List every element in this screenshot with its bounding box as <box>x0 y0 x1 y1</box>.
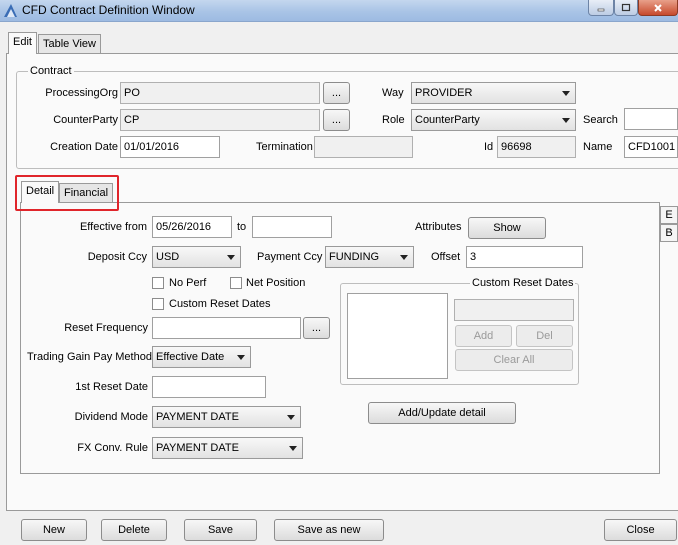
dividend-mode-dropdown[interactable]: PAYMENT DATE <box>152 406 301 428</box>
processing-org-picker-button[interactable]: ... <box>323 82 350 104</box>
dividend-mode-label: Dividend Mode <box>74 411 148 423</box>
processing-org-field[interactable]: PO <box>120 82 320 104</box>
termination-field[interactable] <box>314 136 413 158</box>
reset-frequency-picker-button[interactable]: ... <box>303 317 330 339</box>
way-dropdown-value: PROVIDER <box>415 87 473 99</box>
way-dropdown[interactable]: PROVIDER <box>411 82 576 104</box>
chevron-down-icon <box>237 355 245 360</box>
effective-from-label: Effective from <box>79 221 147 233</box>
dividend-mode-value: PAYMENT DATE <box>156 411 239 423</box>
fx-conv-rule-label: FX Conv. Rule <box>77 442 148 454</box>
trading-gain-label: Trading Gain Pay Method <box>27 351 152 363</box>
counterparty-picker-button[interactable]: ... <box>323 109 350 131</box>
window-title: CFD Contract Definition Window <box>22 3 195 17</box>
way-label: Way <box>382 87 404 99</box>
new-button[interactable]: New <box>21 519 87 541</box>
role-dropdown[interactable]: CounterParty <box>411 109 576 131</box>
attributes-label: Attributes <box>415 221 462 233</box>
chevron-down-icon <box>562 118 570 123</box>
search-input[interactable] <box>624 108 678 130</box>
search-label: Search <box>583 114 618 126</box>
payment-ccy-label: Payment Ccy <box>257 251 323 263</box>
close-button[interactable]: Close <box>604 519 677 541</box>
counterparty-label: CounterParty <box>53 114 118 126</box>
custom-reset-dates-list[interactable] <box>347 293 448 379</box>
show-attributes-button[interactable]: Show <box>468 217 546 239</box>
minimize-icon <box>597 8 605 11</box>
id-field[interactable]: 96698 <box>497 136 576 158</box>
first-reset-date-label: 1st Reset Date <box>75 381 148 393</box>
side-tab-b[interactable]: B <box>660 224 678 242</box>
role-dropdown-value: CounterParty <box>415 114 480 126</box>
deposit-ccy-dropdown[interactable]: USD <box>152 246 241 268</box>
creation-date-label: Creation Date <box>50 141 118 153</box>
side-tab-e[interactable]: E <box>660 206 678 224</box>
no-perf-checkbox[interactable] <box>152 277 164 289</box>
chevron-down-icon <box>562 91 570 96</box>
net-position-checkbox[interactable] <box>230 277 242 289</box>
id-label: Id <box>484 141 494 153</box>
deposit-ccy-label: Deposit Ccy <box>87 251 147 263</box>
offset-field[interactable]: 3 <box>466 246 583 268</box>
tab-table-view[interactable]: Table View <box>38 34 101 54</box>
del-date-button[interactable]: Del <box>516 325 573 347</box>
processing-org-label: ProcessingOrg <box>45 87 118 99</box>
fx-conv-rule-dropdown[interactable]: PAYMENT DATE <box>152 437 303 459</box>
no-perf-label: No Perf <box>169 277 207 289</box>
maximize-icon <box>621 3 631 11</box>
fx-conv-rule-value: PAYMENT DATE <box>156 442 239 454</box>
custom-reset-date-input[interactable] <box>454 299 574 321</box>
maximize-button[interactable] <box>614 0 638 16</box>
delete-button[interactable]: Delete <box>101 519 167 541</box>
close-window-button[interactable] <box>638 0 678 16</box>
contract-group-title: Contract <box>28 65 74 77</box>
to-label: to <box>237 221 247 233</box>
custom-reset-dates-group-title: Custom Reset Dates <box>470 277 576 289</box>
reset-frequency-label: Reset Frequency <box>64 322 148 334</box>
chevron-down-icon <box>400 255 408 260</box>
payment-ccy-dropdown[interactable]: FUNDING <box>325 246 414 268</box>
add-date-button[interactable]: Add <box>455 325 512 347</box>
chevron-down-icon <box>289 446 297 451</box>
tab-edit[interactable]: Edit <box>8 32 37 54</box>
name-field[interactable]: CFD1001 <box>624 136 678 158</box>
trading-gain-value: Effective Date <box>156 351 225 363</box>
effective-from-field[interactable]: 05/26/2016 <box>152 216 232 238</box>
net-position-label: Net Position <box>246 277 306 289</box>
save-button[interactable]: Save <box>184 519 257 541</box>
custom-reset-dates-checkbox[interactable] <box>152 298 164 310</box>
add-update-detail-button[interactable]: Add/Update detail <box>368 402 516 424</box>
title-bar[interactable]: CFD Contract Definition Window <box>0 0 678 22</box>
counterparty-field[interactable]: CP <box>120 109 320 131</box>
trading-gain-dropdown[interactable]: Effective Date <box>152 346 251 368</box>
custom-reset-dates-label: Custom Reset Dates <box>169 298 271 310</box>
close-icon <box>654 3 662 12</box>
reset-frequency-field[interactable] <box>152 317 301 339</box>
role-label: Role <box>382 114 405 126</box>
chevron-down-icon <box>227 255 235 260</box>
termination-label: Termination <box>256 141 313 153</box>
save-as-new-button[interactable]: Save as new <box>274 519 384 541</box>
payment-ccy-value: FUNDING <box>329 251 380 263</box>
app-icon <box>4 4 17 17</box>
chevron-down-icon <box>287 415 295 420</box>
first-reset-date-field[interactable] <box>152 376 266 398</box>
creation-date-field[interactable]: 01/01/2016 <box>120 136 220 158</box>
highlight-annotation <box>15 175 119 211</box>
offset-label: Offset <box>431 251 461 263</box>
clear-all-button[interactable]: Clear All <box>455 349 573 371</box>
deposit-ccy-value: USD <box>156 251 180 263</box>
minimize-button[interactable] <box>588 0 614 16</box>
name-label: Name <box>583 141 613 153</box>
effective-to-field[interactable] <box>252 216 332 238</box>
